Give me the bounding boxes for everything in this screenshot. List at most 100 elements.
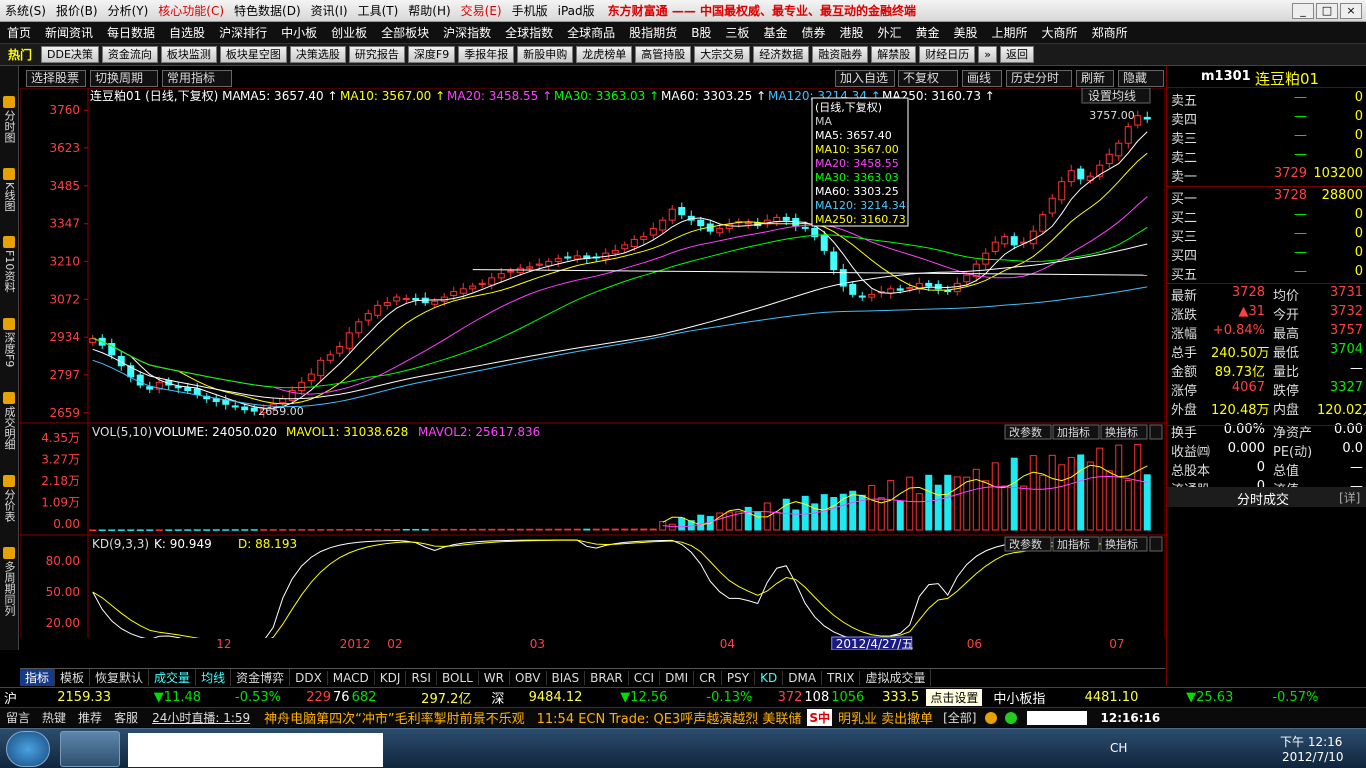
nav-item-8[interactable]: 沪深指数 (436, 24, 498, 41)
candle[interactable] (364, 309, 372, 326)
nav-item-1[interactable]: 新闻资讯 (38, 24, 100, 41)
indicator-tab-22[interactable]: 虚拟成交量 (860, 669, 932, 686)
indicator-tab-9[interactable]: RSI (406, 670, 437, 685)
candle[interactable] (345, 327, 353, 353)
candle[interactable] (1067, 164, 1075, 187)
hot-button-1[interactable]: 资金流向 (101, 46, 158, 63)
menu-item-9[interactable]: 手机版 (507, 2, 553, 19)
candle[interactable] (573, 250, 581, 263)
candle[interactable] (469, 282, 477, 293)
indicator-tab-7[interactable]: MACD (328, 670, 375, 685)
all-news-link[interactable]: [全部] (939, 709, 980, 726)
menu-item-8[interactable]: 交易(E) (456, 2, 507, 19)
zx-value[interactable]: 4481.10 (1063, 690, 1139, 705)
hot-button-12[interactable]: 经济数据 (753, 46, 810, 63)
quote.asks-row-4[interactable]: 卖一 3729 103200 (1167, 166, 1366, 185)
candle[interactable] (773, 214, 781, 227)
sidebar-item-2[interactable]: F10资料 (0, 236, 18, 295)
indicator-tab-10[interactable]: BOLL (437, 670, 479, 685)
news-item-2[interactable]: 11:54 ECN Trade: QE3呼声越演越烈 美联储 (531, 708, 808, 727)
toolbar-left-2[interactable]: 常用指标 (162, 70, 232, 87)
indicator-tab-15[interactable]: CCI (629, 670, 661, 685)
candle[interactable] (1029, 225, 1037, 250)
candle[interactable] (858, 291, 866, 301)
nav-item-18[interactable]: 黄金 (909, 24, 947, 41)
candle[interactable] (1115, 139, 1123, 161)
candle[interactable] (307, 368, 315, 386)
quote.bids-row-2[interactable]: 买三 — 0 (1167, 226, 1366, 245)
start-button[interactable] (6, 731, 50, 767)
hotkey-link[interactable]: 热键 (36, 709, 72, 726)
candle[interactable] (136, 371, 144, 389)
candle[interactable] (687, 210, 695, 226)
quote.asks-row-3[interactable]: 卖二 — 0 (1167, 147, 1366, 166)
candle[interactable] (478, 279, 486, 289)
candle[interactable] (830, 247, 838, 275)
nav-item-19[interactable]: 美股 (947, 24, 985, 41)
hot-button-5[interactable]: 研究报告 (348, 46, 405, 63)
close-button[interactable]: × (1340, 2, 1362, 19)
kline-chart[interactable]: 3760 3623 3485 3347 3210 3072 2934 2797 2659 连豆粕0… (20, 88, 1165, 650)
quote.bids-row-0[interactable]: 买一 3728 28800 (1167, 188, 1366, 207)
vol-panel-close-button[interactable] (1149, 424, 1163, 440)
taskbar-window-1[interactable] (128, 733, 383, 767)
candle[interactable] (383, 296, 391, 310)
menu-item-2[interactable]: 分析(Y) (103, 2, 154, 19)
recommend-link[interactable]: 推荐 (72, 709, 108, 726)
hot-button-7[interactable]: 季报年报 (458, 46, 515, 63)
menu-item-3[interactable]: 核心功能(C) (153, 2, 229, 19)
candle[interactable] (212, 394, 220, 407)
candle[interactable] (554, 254, 562, 267)
sidebar-item-3[interactable]: 深度F9 (0, 317, 18, 370)
nav-item-9[interactable]: 全球指数 (498, 24, 560, 41)
candle[interactable] (754, 217, 762, 229)
menu-item-5[interactable]: 资讯(I) (306, 2, 353, 19)
hot-button-14[interactable]: 解禁股 (871, 46, 917, 63)
nav-item-13[interactable]: 三板 (718, 24, 756, 41)
hot-button-11[interactable]: 大宗交易 (694, 46, 751, 63)
quote.bids-row-1[interactable]: 买二 — 0 (1167, 207, 1366, 226)
nav-item-22[interactable]: 郑商所 (1085, 24, 1135, 41)
candle[interactable] (146, 381, 154, 393)
nav-item-5[interactable]: 中小板 (274, 24, 324, 41)
candle[interactable] (763, 214, 771, 228)
sidebar-item-6[interactable]: 多周期同列 (0, 546, 18, 619)
candle[interactable] (298, 377, 306, 395)
quote.bids-row-4[interactable]: 买五 — 0 (1167, 264, 1366, 283)
indicator-tab-8[interactable]: KDJ (375, 670, 407, 685)
candle[interactable] (621, 241, 629, 253)
menu-item-7[interactable]: 帮助(H) (403, 2, 455, 19)
candle[interactable] (336, 341, 344, 357)
nav-item-4[interactable]: 沪深排行 (212, 24, 274, 41)
nav-item-14[interactable]: 基金 (756, 24, 794, 41)
hot-button-17[interactable]: 返回 (999, 46, 1034, 63)
nav-item-15[interactable]: 债券 (794, 24, 832, 41)
candle[interactable] (374, 300, 382, 319)
indicator-tab-4[interactable]: 均线 (196, 669, 232, 686)
menu-item-1[interactable]: 报价(B) (51, 2, 103, 19)
quote.asks-row-0[interactable]: 卖五 — 0 (1167, 90, 1366, 109)
candle[interactable] (1001, 233, 1009, 248)
news-item-1[interactable]: 神舟电脑第四次“冲市”毛利率掣肘前景不乐观 (258, 708, 530, 727)
candle[interactable] (744, 218, 752, 229)
lang-indicator[interactable]: CH (1110, 741, 1127, 755)
hot-button-6[interactable]: 深度F9 (407, 46, 456, 63)
indicator-tab-14[interactable]: BRAR (585, 670, 629, 685)
candle[interactable] (868, 289, 876, 302)
hot-button-16[interactable]: » (978, 46, 997, 63)
toolbar-right-1[interactable]: 不复权 (898, 70, 958, 87)
message-link[interactable]: 留言 (0, 709, 36, 726)
menu-item-6[interactable]: 工具(T) (353, 2, 404, 19)
candle[interactable] (849, 281, 857, 298)
tray-date[interactable]: 2012/7/10 (1282, 750, 1344, 764)
candle[interactable] (89, 335, 97, 346)
candle[interactable] (1096, 160, 1104, 181)
candle[interactable] (839, 263, 847, 292)
nav-item-16[interactable]: 港股 (832, 24, 870, 41)
indicator-tab-21[interactable]: TRIX (822, 670, 861, 685)
menu-item-10[interactable]: iPad版 (553, 2, 600, 19)
candle[interactable] (564, 252, 572, 261)
candle[interactable] (1105, 148, 1113, 168)
candle[interactable] (649, 222, 657, 241)
toolbar-right-0[interactable]: 加入自选 (835, 70, 895, 87)
